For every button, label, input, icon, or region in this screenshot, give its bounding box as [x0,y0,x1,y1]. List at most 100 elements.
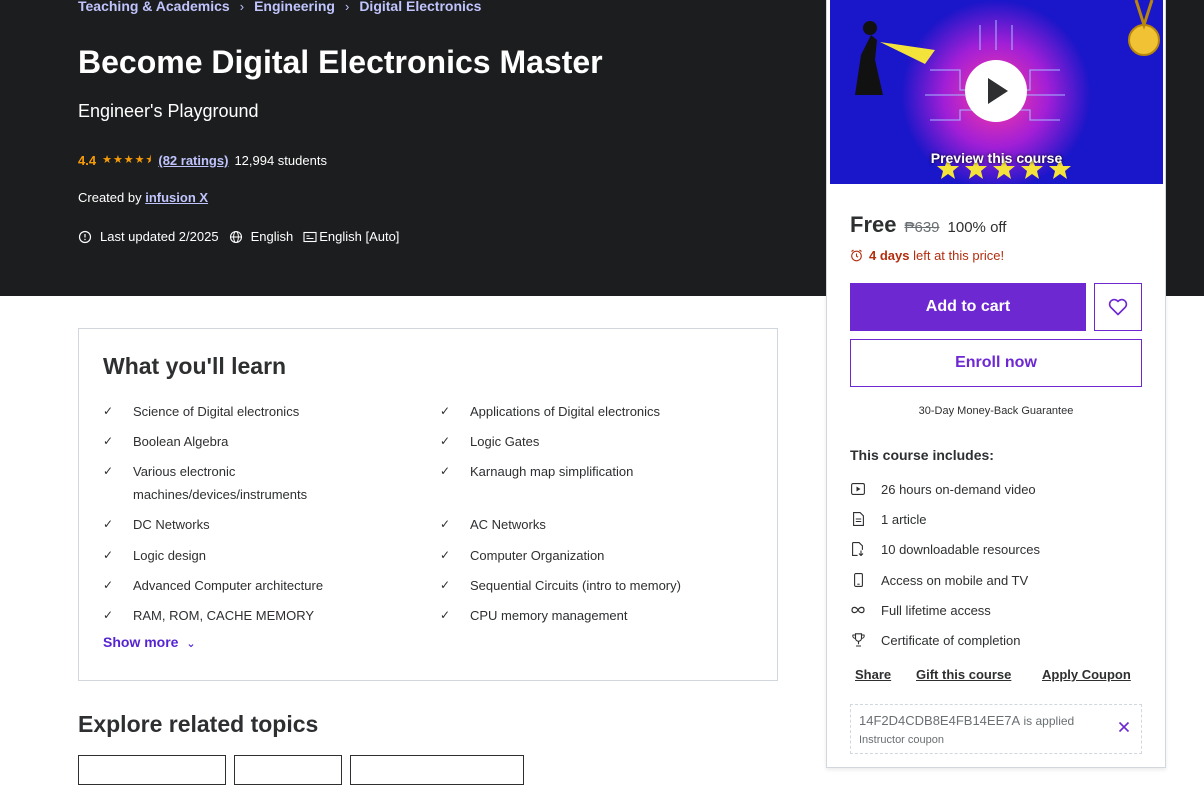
chevron-right-icon: › [344,0,350,14]
course-title: Become Digital Electronics Master [78,44,603,80]
close-icon[interactable] [1117,720,1131,734]
preview-course-label: Preview this course [930,150,1063,166]
check-icon: ✓ [440,578,451,592]
check-icon: ✓ [440,517,451,531]
chevron-down-icon: ⌄ [186,638,196,650]
breadcrumb-link[interactable]: Teaching & Academics [78,0,230,14]
apply-coupon-link[interactable]: Apply Coupon [1042,667,1131,682]
created-by: Created by infusion X [78,190,208,205]
check-icon: ✓ [103,608,114,622]
download-icon [850,541,866,557]
learn-heading: What you'll learn [103,353,287,379]
check-icon: ✓ [440,404,451,418]
topic-chip[interactable] [350,755,524,785]
check-icon: ✓ [103,404,114,418]
alarm-clock-icon [851,249,862,262]
article-icon [850,511,866,527]
learn-item: ✓ CPU memory management [440,604,750,627]
last-updated: Last updated 2/2025 [100,229,219,244]
enroll-now-button[interactable]: Enroll now [850,339,1142,387]
learn-item: ✓ Science of Digital electronics [103,400,373,423]
include-item: Certificate of completion [850,632,1020,648]
learn-item: ✓ Advanced Computer architecture [103,574,373,597]
learn-item: ✓ Karnaugh map simplification [440,460,750,483]
current-price: Free [850,212,897,237]
infinity-icon [850,602,866,618]
course-subtitle: Engineer's Playground [78,101,259,121]
time-left-days: 4 days [869,248,910,263]
check-icon: ✓ [103,578,114,592]
show-more-button[interactable]: Show more ⌄ [103,634,196,650]
coupon-status: is applied [1023,714,1075,728]
captions-icon [303,231,317,242]
learn-item: ✓ Boolean Algebra [103,430,373,453]
price-block: Free ₱639 100% off [850,212,1006,238]
star-rating-icon: ★★★★⯨ [102,154,153,166]
created-by-label: Created by [78,190,142,205]
learn-item: ✓ Logic Gates [440,430,750,453]
learn-item: ✓ Applications of Digital electronics [440,400,750,423]
share-link[interactable]: Share [855,667,891,682]
check-icon: ✓ [103,517,114,531]
heart-icon [1108,298,1128,316]
check-icon: ✓ [103,434,114,448]
wishlist-button[interactable] [1094,283,1142,331]
video-icon [850,481,866,497]
check-icon: ✓ [440,434,451,448]
show-more-label: Show more [103,634,179,650]
includes-title: This course includes: [850,447,994,463]
include-label: 1 article [881,511,927,527]
include-item: 10 downloadable resources [850,541,1040,557]
include-label: Certificate of completion [881,632,1021,648]
discount-percent: 100% off [947,219,1007,236]
alert-clock-icon [78,230,92,243]
time-left-text: left at this price! [913,248,1005,263]
instructor-link[interactable]: infusion X [145,190,208,205]
rating-row: 4.4 ★★★★⯨ (82 ratings) 12,994 students [78,151,327,170]
course-preview[interactable]: Preview this course [830,0,1163,184]
trophy-icon [850,632,866,648]
check-icon: ✓ [440,608,451,622]
learn-item: ✓ DC Networks [103,513,373,536]
include-item: Full lifetime access [850,602,991,618]
learn-item: ✓ RAM, ROM, CACHE MEMORY [103,604,373,627]
mobile-icon [850,572,866,588]
coupon-code: 14F2D4CDB8E4FB14EE7A [859,713,1021,728]
original-price: ₱639 [904,219,940,236]
ratings-link[interactable]: (82 ratings) [158,153,228,168]
course-meta: Last updated 2/2025 English English [Aut… [78,229,399,244]
include-label: 26 hours on-demand video [881,481,1036,497]
check-icon: ✓ [103,548,114,562]
learn-item: ✓ Various electronic machines/devices/ins… [103,460,353,506]
what-youll-learn-box: What you'll learn ✓ Science of Digital el… [78,328,778,681]
learn-item: ✓ Sequential Circuits (intro to memory) [440,574,750,597]
applied-coupon: 14F2D4CDB8E4FB14EE7A is applied Instruct… [850,704,1142,754]
coupon-type: Instructor coupon [859,734,944,746]
learn-item: ✓ Computer Organization [440,544,750,567]
chevron-right-icon: › [239,0,245,14]
check-icon: ✓ [440,548,451,562]
include-item: 26 hours on-demand video [850,481,1036,497]
rating-score: 4.4 [78,153,97,168]
include-item: 1 article [850,511,927,527]
check-icon: ✓ [103,464,114,478]
add-to-cart-button[interactable]: Add to cart [850,283,1086,331]
money-back-guarantee: 30-Day Money-Back Guarantee [918,405,1074,417]
include-label: 10 downloadable resources [881,541,1040,557]
include-item: Access on mobile and TV [850,572,1028,588]
breadcrumb-link[interactable]: Engineering [254,0,335,14]
globe-icon [229,230,242,243]
include-label: Full lifetime access [881,602,991,618]
gift-course-link[interactable]: Gift this course [916,667,1011,682]
time-left-notice: 4 days left at this price! [850,248,1004,263]
learn-item: ✓ AC Networks [440,513,750,536]
course-language: English [250,229,294,244]
students-count: 12,994 students [234,153,327,168]
topic-chip[interactable] [234,755,342,785]
topic-chip[interactable] [78,755,226,785]
include-label: Access on mobile and TV [881,572,1029,588]
breadcrumb: Teaching & Academics › Engineering › Dig… [78,0,481,14]
course-captions: English [Auto] [319,229,400,244]
breadcrumb-link[interactable]: Digital Electronics [359,0,481,14]
learn-item: ✓ Logic design [103,544,373,567]
